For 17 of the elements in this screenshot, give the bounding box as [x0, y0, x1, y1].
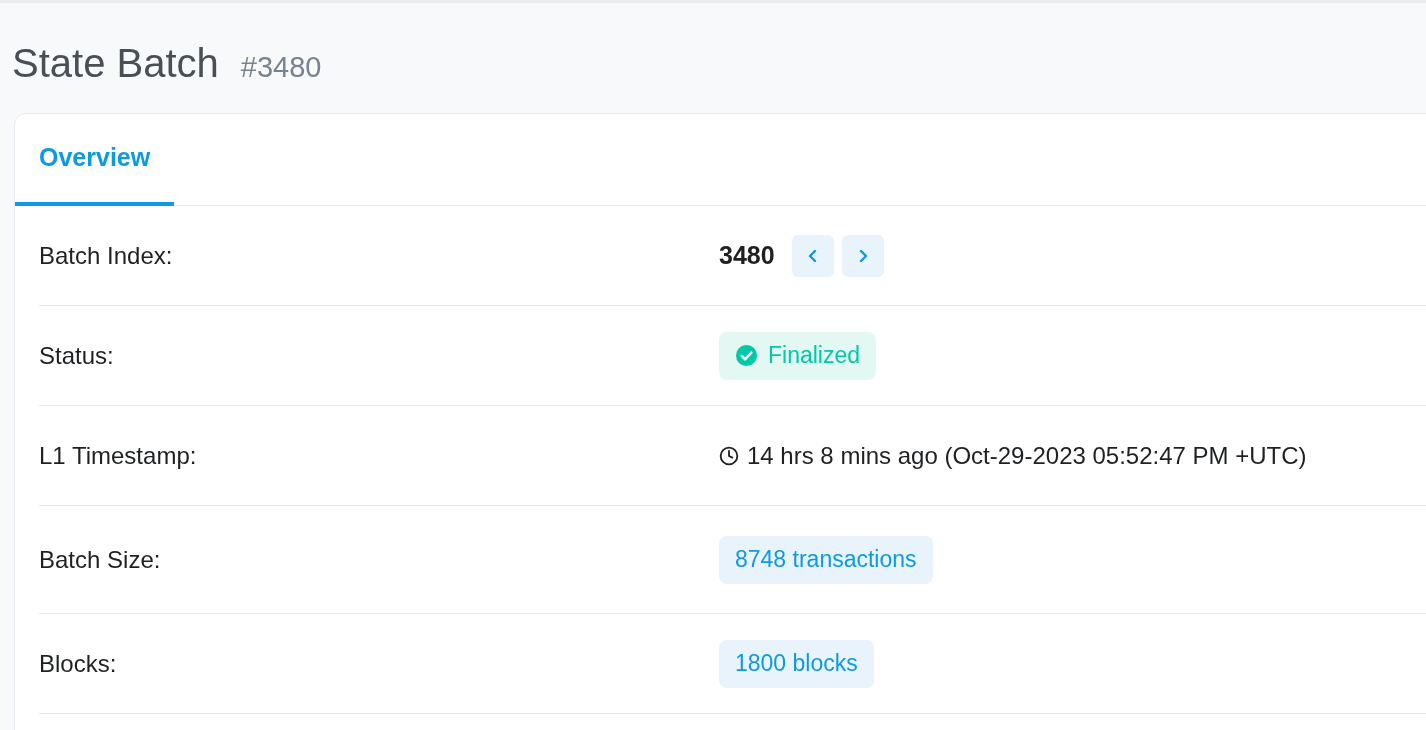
count-link[interactable]: 8748 transactions — [719, 535, 933, 584]
clock-icon — [719, 445, 739, 466]
field-label: Blocks: — [39, 648, 118, 679]
tab[interactable]: Overview — [15, 114, 175, 206]
field-label: Status: — [39, 340, 115, 371]
batch-index-value: 3480 — [719, 239, 775, 271]
page-title: State Batch — [12, 40, 219, 87]
next-button[interactable] — [841, 234, 884, 277]
count-link[interactable]: 1800 blocks — [719, 639, 874, 688]
timestamp-text: 14 hrs 8 mins ago (Oct-29-2023 05:52:47 PM +UTC) — [747, 440, 1307, 471]
previous-button[interactable] — [791, 234, 834, 277]
status-badge: Finalized — [719, 331, 877, 380]
field-label: Batch Size: — [39, 544, 162, 575]
batch-number: #3480 — [240, 50, 322, 85]
field-label: Batch Index: — [39, 240, 174, 271]
field-label: L1 Timestamp: — [39, 440, 198, 471]
check-circle-icon — [735, 344, 758, 367]
